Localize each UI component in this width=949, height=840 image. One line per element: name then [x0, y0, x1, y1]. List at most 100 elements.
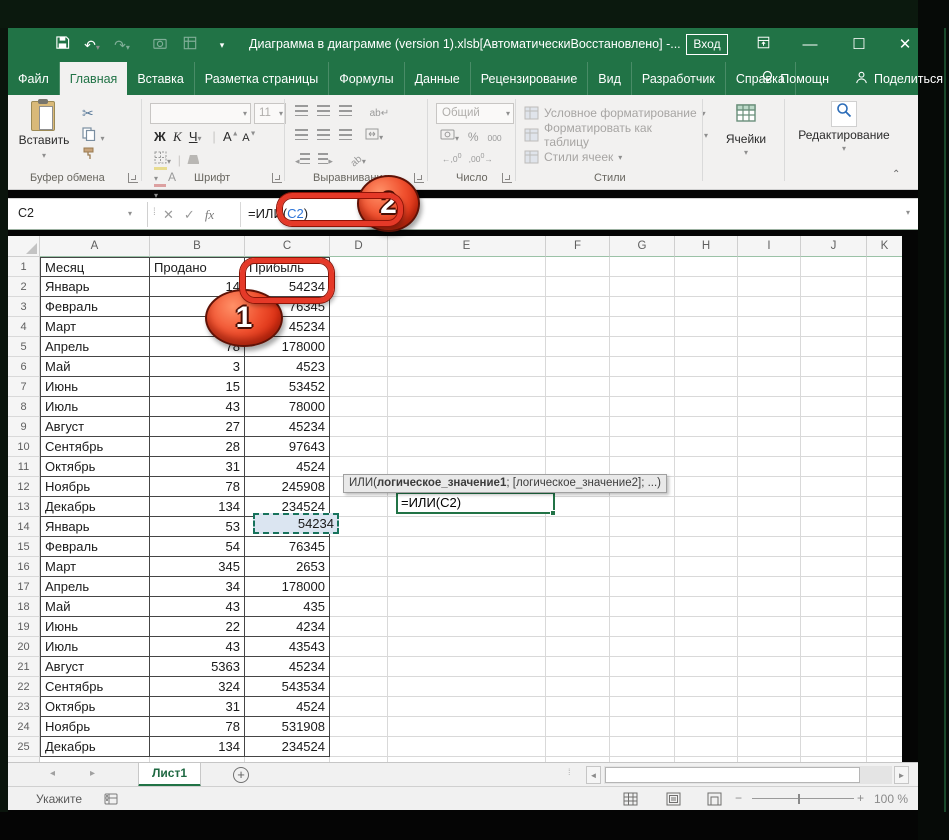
cell-B8[interactable]: 43 — [150, 397, 245, 417]
prev-sheet-icon[interactable]: ◂ — [50, 768, 55, 779]
cell-A12[interactable]: Ноябрь — [40, 477, 150, 497]
cell-B7[interactable]: 15 — [150, 377, 245, 397]
font-name-select[interactable]: ▾ — [150, 103, 251, 124]
login-button[interactable]: Вход — [686, 34, 728, 55]
touch-mode-icon[interactable] — [180, 35, 200, 55]
cell-I12[interactable] — [738, 477, 801, 497]
cell-K2[interactable] — [867, 277, 902, 297]
cell-J5[interactable] — [801, 337, 867, 357]
cell-G14[interactable] — [610, 517, 675, 537]
customize-qat-icon[interactable]: ▾ — [212, 35, 232, 55]
cell-H9[interactable] — [675, 417, 738, 437]
column-header-B[interactable]: B — [150, 236, 245, 257]
cell-H23[interactable] — [675, 697, 738, 717]
paste-label[interactable]: Вставить▾ — [14, 133, 74, 161]
cell-E10[interactable] — [388, 437, 546, 457]
cell-B9[interactable]: 27 — [150, 417, 245, 437]
cell-H12[interactable] — [675, 477, 738, 497]
cell-C24[interactable]: 531908 — [245, 717, 330, 737]
zoom-out-icon[interactable]: − — [735, 791, 742, 805]
cell-D10[interactable] — [330, 437, 388, 457]
cell-A15[interactable]: Февраль — [40, 537, 150, 557]
cell-D19[interactable] — [330, 617, 388, 637]
cell-C17[interactable]: 178000 — [245, 577, 330, 597]
column-header-J[interactable]: J — [801, 236, 867, 257]
cell-C18[interactable]: 435 — [245, 597, 330, 617]
column-header-E[interactable]: E — [388, 236, 546, 257]
cell-J2[interactable] — [801, 277, 867, 297]
cell-K1[interactable] — [867, 257, 902, 277]
cell-K6[interactable] — [867, 357, 902, 377]
alignment-dialog-launcher[interactable] — [414, 173, 424, 183]
enter-icon[interactable]: ✓ — [184, 207, 195, 223]
cell-A14[interactable]: Январь — [40, 517, 150, 537]
cell-J17[interactable] — [801, 577, 867, 597]
cell-H16[interactable] — [675, 557, 738, 577]
cell-E19[interactable] — [388, 617, 546, 637]
minimize-button[interactable]: — — [793, 28, 827, 62]
copy-icon[interactable]: ▾ — [82, 127, 104, 146]
cell-A3[interactable]: Февраль — [40, 297, 150, 317]
font-size-select[interactable]: 11▾ — [254, 103, 286, 124]
cell-K21[interactable] — [867, 657, 902, 677]
cell-H8[interactable] — [675, 397, 738, 417]
formula-edit-cell[interactable]: =ИЛИ(C2) — [396, 492, 555, 514]
cell-I6[interactable] — [738, 357, 801, 377]
undo-icon[interactable]: ↶▾ — [82, 35, 102, 55]
align-center-icon[interactable] — [317, 129, 330, 140]
tab-формулы[interactable]: Формулы — [329, 62, 404, 95]
cell-E8[interactable] — [388, 397, 546, 417]
cell-D20[interactable] — [330, 637, 388, 657]
row-header-22[interactable]: 22 — [8, 677, 40, 697]
cell-E7[interactable] — [388, 377, 546, 397]
cancel-icon[interactable]: ✕ — [163, 207, 174, 223]
tab-разработчик[interactable]: Разработчик — [632, 62, 726, 95]
cell-I2[interactable] — [738, 277, 801, 297]
cell-A8[interactable]: Июль — [40, 397, 150, 417]
cell-G18[interactable] — [610, 597, 675, 617]
cell-A21[interactable]: Август — [40, 657, 150, 677]
cell-A7[interactable]: Июнь — [40, 377, 150, 397]
cell-C15[interactable]: 76345 — [245, 537, 330, 557]
row-header-5[interactable]: 5 — [8, 337, 40, 357]
cell-J20[interactable] — [801, 637, 867, 657]
help-assistant-label[interactable]: Помощн — [780, 72, 829, 86]
cell-J15[interactable] — [801, 537, 867, 557]
cell-I8[interactable] — [738, 397, 801, 417]
tab-рецензирование[interactable]: Рецензирование — [471, 62, 589, 95]
row-header-12[interactable]: 12 — [8, 477, 40, 497]
cell-G13[interactable] — [610, 497, 675, 517]
cell-D18[interactable] — [330, 597, 388, 617]
cell-H19[interactable] — [675, 617, 738, 637]
cell-K14[interactable] — [867, 517, 902, 537]
cell-E15[interactable] — [388, 537, 546, 557]
cell-D22[interactable] — [330, 677, 388, 697]
row-header-2[interactable]: 2 — [8, 277, 40, 297]
cell-E25[interactable] — [388, 737, 546, 757]
cell-J13[interactable] — [801, 497, 867, 517]
column-header-D[interactable]: D — [330, 236, 388, 257]
cell-C7[interactable]: 53452 — [245, 377, 330, 397]
cell-J11[interactable] — [801, 457, 867, 477]
cell-K3[interactable] — [867, 297, 902, 317]
cell-I3[interactable] — [738, 297, 801, 317]
cell-G20[interactable] — [610, 637, 675, 657]
cell-C12[interactable]: 245908 — [245, 477, 330, 497]
share-label[interactable]: Поделиться — [874, 72, 943, 86]
cell-K15[interactable] — [867, 537, 902, 557]
cell-H3[interactable] — [675, 297, 738, 317]
cell-B13[interactable]: 134 — [150, 497, 245, 517]
cell-J14[interactable] — [801, 517, 867, 537]
cell-H13[interactable] — [675, 497, 738, 517]
cell-I25[interactable] — [738, 737, 801, 757]
cell-F19[interactable] — [546, 617, 610, 637]
cell-G15[interactable] — [610, 537, 675, 557]
normal-view-icon[interactable] — [623, 792, 638, 806]
cell-A18[interactable]: Май — [40, 597, 150, 617]
cell-I4[interactable] — [738, 317, 801, 337]
cell-G23[interactable] — [610, 697, 675, 717]
column-header-I[interactable]: I — [738, 236, 801, 257]
cell-G1[interactable] — [610, 257, 675, 277]
cell-G4[interactable] — [610, 317, 675, 337]
cell-A6[interactable]: Май — [40, 357, 150, 377]
